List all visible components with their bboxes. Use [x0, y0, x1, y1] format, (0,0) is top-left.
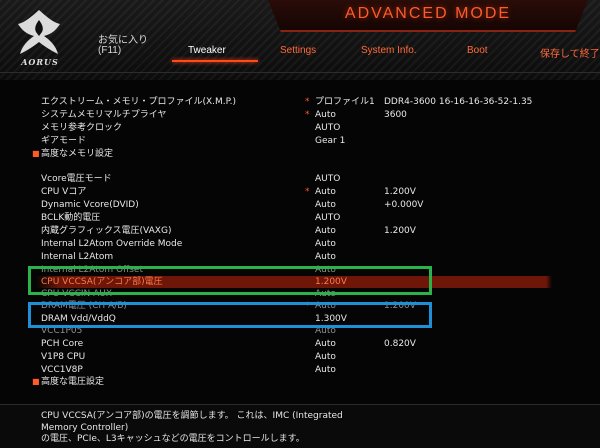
- setting-current: 1.200V: [384, 226, 416, 236]
- setting-label: 高度な電圧設定: [41, 377, 105, 387]
- setting-value[interactable]: Auto: [315, 364, 336, 376]
- setting-row-vcore-mode[interactable]: Vcore電圧モード AUTO: [0, 173, 600, 185]
- tab-system-info[interactable]: System Info.: [361, 45, 417, 59]
- setting-label: V1P8 CPU: [41, 352, 86, 362]
- header-bar: AORUS ADVANCED MODE お気に入り (F11) Tweaker …: [0, 0, 600, 80]
- setting-current: +0.000V: [384, 200, 424, 210]
- setting-current: DDR4-3600 16-16-16-36-52-1.35: [384, 97, 533, 107]
- setting-row-memory-multiplier[interactable]: システムメモリマルチプライヤ * Auto 3600: [0, 109, 600, 121]
- active-tab-indicator: [172, 60, 258, 62]
- favorites-tab-label[interactable]: お気に入り: [98, 31, 148, 46]
- mode-title: ADVANCED MODE: [344, 5, 512, 22]
- help-line: Memory Controller): [41, 422, 129, 433]
- modified-star-icon: *: [305, 97, 310, 107]
- annotation-box-blue: [28, 302, 432, 328]
- setting-value[interactable]: プロファイル1: [315, 96, 375, 108]
- submenu-bullet-icon: ■: [32, 149, 40, 158]
- setting-label: Internal L2Atom Override Mode: [41, 239, 183, 249]
- favorites-tab-key[interactable]: (F11): [98, 45, 121, 59]
- setting-value[interactable]: Auto: [315, 109, 336, 121]
- setting-current: 0.820V: [384, 339, 416, 349]
- setting-row-xmp[interactable]: エクストリーム・メモリ・プロファイル(X.M.P.) * プロファイル1 DDR…: [0, 96, 600, 108]
- setting-row-l2atom[interactable]: Internal L2Atom Auto: [0, 251, 600, 263]
- setting-value[interactable]: AUTO: [315, 212, 340, 224]
- setting-row-gear-mode[interactable]: ギアモード Gear 1: [0, 135, 600, 147]
- help-panel: CPU VCCSA(アンコア部)の電圧を調節します。 これは、IMC (Inte…: [0, 404, 600, 448]
- setting-value[interactable]: AUTO: [315, 173, 340, 185]
- setting-label: PCH Core: [41, 339, 84, 349]
- setting-current: 1.200V: [384, 187, 416, 197]
- setting-value[interactable]: Auto: [315, 351, 336, 363]
- setting-label: エクストリーム・メモリ・プロファイル(X.M.P.): [41, 97, 237, 107]
- submenu-advanced-memory[interactable]: ■ 高度なメモリ設定: [0, 148, 600, 160]
- setting-value[interactable]: Auto: [315, 186, 336, 198]
- setting-label: 内蔵グラフィックス電圧(VAXG): [41, 226, 172, 236]
- submenu-bullet-icon: ■: [32, 377, 40, 386]
- tab-settings[interactable]: Settings: [280, 45, 316, 59]
- brand-wordmark: AORUS: [21, 57, 59, 67]
- setting-row-cpu-vcore[interactable]: CPU Vコア * Auto 1.200V: [0, 186, 600, 198]
- setting-row-v1p8-cpu[interactable]: V1P8 CPU Auto: [0, 351, 600, 363]
- setting-label: 高度なメモリ設定: [41, 149, 114, 159]
- modified-star-icon: *: [305, 110, 310, 120]
- setting-label: Internal L2Atom: [41, 252, 114, 262]
- tab-tweaker[interactable]: Tweaker: [188, 45, 226, 59]
- setting-value[interactable]: Auto: [315, 225, 336, 237]
- setting-value[interactable]: Gear 1: [315, 135, 345, 147]
- setting-row-vaxg[interactable]: 内蔵グラフィックス電圧(VAXG) Auto 1.200V: [0, 225, 600, 237]
- annotation-box-green: [28, 266, 432, 295]
- setting-value[interactable]: AUTO: [315, 122, 340, 134]
- setting-label: ギアモード: [41, 136, 87, 146]
- setting-label: Vcore電圧モード: [41, 174, 112, 184]
- tab-boot[interactable]: Boot: [467, 45, 488, 59]
- setting-row-memory-ref-clock[interactable]: メモリ参考クロック AUTO: [0, 122, 600, 134]
- submenu-advanced-voltage[interactable]: ■ 高度な電圧設定: [0, 376, 600, 388]
- setting-label: メモリ参考クロック: [41, 123, 123, 133]
- tab-save-exit[interactable]: 保存して終了: [540, 45, 600, 60]
- setting-value[interactable]: Auto: [315, 338, 336, 350]
- setting-row-pch-core[interactable]: PCH Core Auto 0.820V: [0, 338, 600, 350]
- setting-label: BCLK動的電圧: [41, 213, 101, 223]
- setting-row-dvid[interactable]: Dynamic Vcore(DVID) Auto +0.000V: [0, 199, 600, 211]
- help-line: の電圧、PCIe、L3キャッシュなどの電圧をコントロールします。: [41, 434, 305, 444]
- help-line: CPU VCCSA(アンコア部)の電圧を調節します。 これは、IMC (Inte…: [41, 411, 343, 421]
- modified-star-icon: *: [305, 187, 310, 197]
- setting-label: CPU Vコア: [41, 187, 87, 197]
- setting-value[interactable]: Auto: [315, 251, 336, 263]
- setting-row-l2atom-override[interactable]: Internal L2Atom Override Mode Auto: [0, 238, 600, 250]
- setting-current: 3600: [384, 110, 407, 120]
- setting-value[interactable]: Auto: [315, 238, 336, 250]
- setting-row-bclk-voltage[interactable]: BCLK動的電圧 AUTO: [0, 212, 600, 224]
- setting-row-vcc1v8p[interactable]: VCC1V8P Auto: [0, 364, 600, 376]
- setting-label: システムメモリマルチプライヤ: [41, 110, 167, 120]
- header-divider: [0, 72, 600, 73]
- setting-label: VCC1V8P: [41, 365, 83, 375]
- setting-value[interactable]: Auto: [315, 199, 336, 211]
- setting-label: Dynamic Vcore(DVID): [41, 200, 139, 210]
- help-text: CPU VCCSA(アンコア部)の電圧を調節します。 これは、IMC (Inte…: [41, 411, 561, 446]
